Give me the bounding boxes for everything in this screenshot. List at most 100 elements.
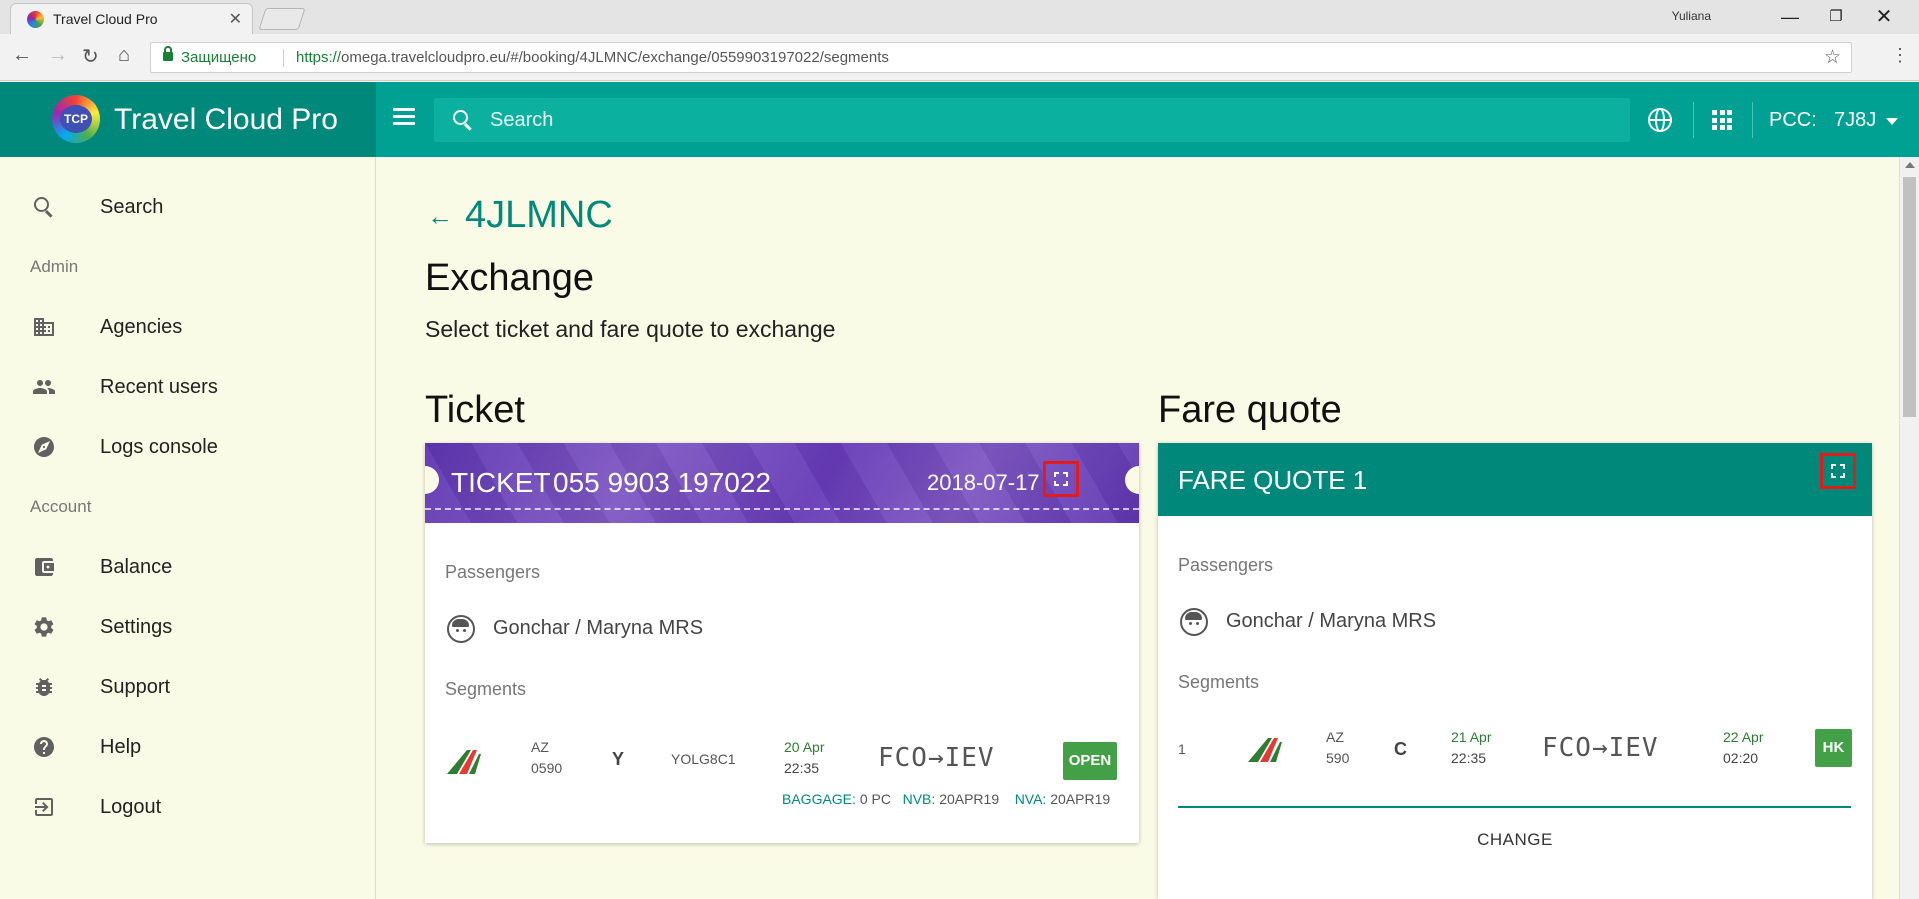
- logo-icon: TCP: [52, 95, 100, 143]
- reload-icon[interactable]: ↻: [82, 44, 99, 69]
- gear-icon: [34, 617, 54, 637]
- ticket-label: TICKET: [451, 467, 551, 498]
- segment-route: FCO→IEV: [878, 743, 995, 773]
- browser-menu-icon[interactable]: ⋮: [1891, 45, 1909, 66]
- sidebar: Search Admin Agencies Recent users Logs …: [0, 157, 376, 899]
- booking-link[interactable]: 4JLMNC: [465, 194, 613, 237]
- fare-quote-heading: Fare quote: [1158, 389, 1342, 431]
- scroll-up-icon[interactable]: [1905, 162, 1915, 168]
- passenger-name[interactable]: Gonchar / Maryna MRS: [1226, 610, 1436, 633]
- change-button[interactable]: CHANGE: [1358, 820, 1672, 860]
- browser-tabstrip: Travel Cloud Pro ✕ Yuliana — ❐ ✕: [0, 0, 1919, 34]
- close-tab-icon[interactable]: ✕: [229, 9, 242, 29]
- bookmark-star-icon[interactable]: ☆: [1824, 46, 1841, 69]
- maximize-icon[interactable]: ❐: [1813, 2, 1859, 32]
- menu-icon[interactable]: [393, 108, 415, 126]
- page-title: Exchange: [425, 257, 595, 299]
- search-icon: [32, 195, 56, 219]
- favicon-icon: [27, 11, 44, 28]
- caret-down-icon[interactable]: [1886, 118, 1898, 125]
- sidebar-item-settings[interactable]: Settings: [0, 603, 375, 651]
- sidebar-item-recent-users[interactable]: Recent users: [0, 363, 375, 411]
- minimize-icon[interactable]: —: [1767, 2, 1813, 32]
- ticket-notch: [1125, 466, 1139, 494]
- sidebar-item-label: Settings: [100, 616, 173, 638]
- fare-quote-header: FARE QUOTE 1: [1158, 443, 1872, 516]
- search-input[interactable]: [490, 105, 1610, 135]
- address-bar[interactable]: Защищено https://omega.travelcloudpro.eu…: [150, 42, 1852, 73]
- building-icon: [34, 318, 54, 336]
- browser-user[interactable]: Yuliana: [1672, 9, 1711, 23]
- segment-carrier-flight: AZ 590: [1326, 729, 1350, 766]
- brand-name: Travel Cloud Pro: [114, 103, 338, 136]
- segments-label: Segments: [1178, 672, 1260, 692]
- status-badge: OPEN: [1063, 742, 1117, 780]
- pcc-label: PCC:: [1769, 109, 1817, 131]
- page-scrollbar[interactable]: [1899, 157, 1919, 899]
- sidebar-item-label: Help: [100, 736, 142, 758]
- passengers-label: Passengers: [1178, 555, 1274, 575]
- sidebar-item-label: Logs console: [100, 436, 218, 458]
- sidebar-item-logs-console[interactable]: Logs console: [0, 423, 375, 471]
- globe-icon[interactable]: [1648, 108, 1672, 132]
- ticket-segment-row[interactable]: AZ 0590 Y YOLG8C1 20 Apr 22:35 FCO→IEV OPE…: [425, 723, 1139, 807]
- back-arrow-icon[interactable]: ←: [427, 201, 453, 232]
- search-icon: [453, 110, 468, 125]
- sidebar-item-balance[interactable]: Balance: [0, 543, 375, 591]
- app-header: TCP Travel Cloud Pro PCC: 7J8J: [0, 82, 1919, 157]
- main-content: ← 4JLMNC Exchange Select ticket and fare…: [377, 157, 1899, 899]
- forward-arrow-icon[interactable]: →: [48, 44, 68, 67]
- apps-grid-icon[interactable]: [1712, 110, 1732, 130]
- passengers-label: Passengers: [445, 562, 541, 582]
- browser-toolbar: ← → ↻ ⌂ Защищено https://omega.travelclo…: [0, 34, 1919, 81]
- sidebar-item-label: Recent users: [100, 376, 218, 398]
- sidebar-item-label: Agencies: [100, 316, 183, 338]
- ticket-fullscreen-button[interactable]: [1043, 461, 1079, 497]
- people-icon: [33, 380, 55, 394]
- brand-area[interactable]: TCP Travel Cloud Pro: [0, 82, 376, 157]
- segment-route: FCO→IEV: [1542, 733, 1659, 763]
- scroll-thumb[interactable]: [1903, 177, 1916, 417]
- sidebar-item-search[interactable]: Search: [0, 183, 375, 231]
- segment-carrier-flight: AZ 0590: [531, 739, 563, 776]
- fullscreen-icon: [1831, 464, 1845, 478]
- sidebar-item-label: Support: [100, 676, 171, 698]
- segment-fare-basis: YOLG8C1: [671, 751, 736, 767]
- new-tab-button[interactable]: [258, 8, 306, 30]
- window-close-icon[interactable]: ✕: [1861, 2, 1907, 32]
- lock-icon: [163, 46, 173, 61]
- segment-arrival: 22 Apr 02:20: [1723, 729, 1764, 766]
- fare-quote-fullscreen-button[interactable]: [1820, 453, 1856, 489]
- fare-segment-row[interactable]: 1 AZ 590 C 21 Apr 22:35 FCO→IEV 22 Apr 02:2…: [1158, 713, 1872, 793]
- url-text[interactable]: https://omega.travelcloudpro.eu/#/bookin…: [296, 49, 889, 66]
- sidebar-item-support[interactable]: Support: [0, 663, 375, 711]
- browser-tab[interactable]: Travel Cloud Pro ✕: [10, 3, 253, 34]
- sidebar-item-help[interactable]: Help: [0, 723, 375, 771]
- help-icon: [34, 737, 54, 757]
- sidebar-item-agencies[interactable]: Agencies: [0, 303, 375, 351]
- sidebar-item-logout[interactable]: Logout: [0, 783, 375, 831]
- ticket-notch: [425, 466, 439, 494]
- segment-index: 1: [1178, 741, 1186, 757]
- sidebar-item-label: Logout: [100, 796, 162, 818]
- ticket-date: 2018-07-17: [927, 470, 1040, 495]
- page-subtitle: Select ticket and fare quote to exchange: [425, 316, 836, 342]
- section-account: Account: [30, 497, 92, 516]
- passenger-name[interactable]: Gonchar / Maryna MRS: [493, 617, 703, 640]
- face-icon: [1180, 608, 1208, 636]
- logout-icon: [35, 798, 53, 816]
- pcc-selector[interactable]: 7J8J: [1834, 109, 1876, 132]
- ticket-card[interactable]: TICKET 055 9903 197022 2018-07-17 Passen…: [425, 443, 1139, 843]
- secure-label: Защищено: [181, 49, 257, 66]
- ticket-number: 055 9903 197022: [553, 467, 771, 498]
- fullscreen-icon: [1054, 472, 1068, 486]
- fare-quote-title: FARE QUOTE 1: [1178, 465, 1368, 495]
- back-arrow-icon[interactable]: ←: [12, 44, 32, 67]
- header-separator: [1693, 102, 1694, 138]
- home-icon[interactable]: ⌂: [118, 44, 130, 67]
- ticket-perforation: [425, 508, 1139, 510]
- global-search[interactable]: [434, 98, 1630, 142]
- header-separator: [1752, 102, 1753, 138]
- fare-quote-card[interactable]: FARE QUOTE 1 Passengers Gonchar / Maryna…: [1158, 443, 1872, 899]
- segment-departure: 21 Apr 22:35: [1451, 729, 1492, 766]
